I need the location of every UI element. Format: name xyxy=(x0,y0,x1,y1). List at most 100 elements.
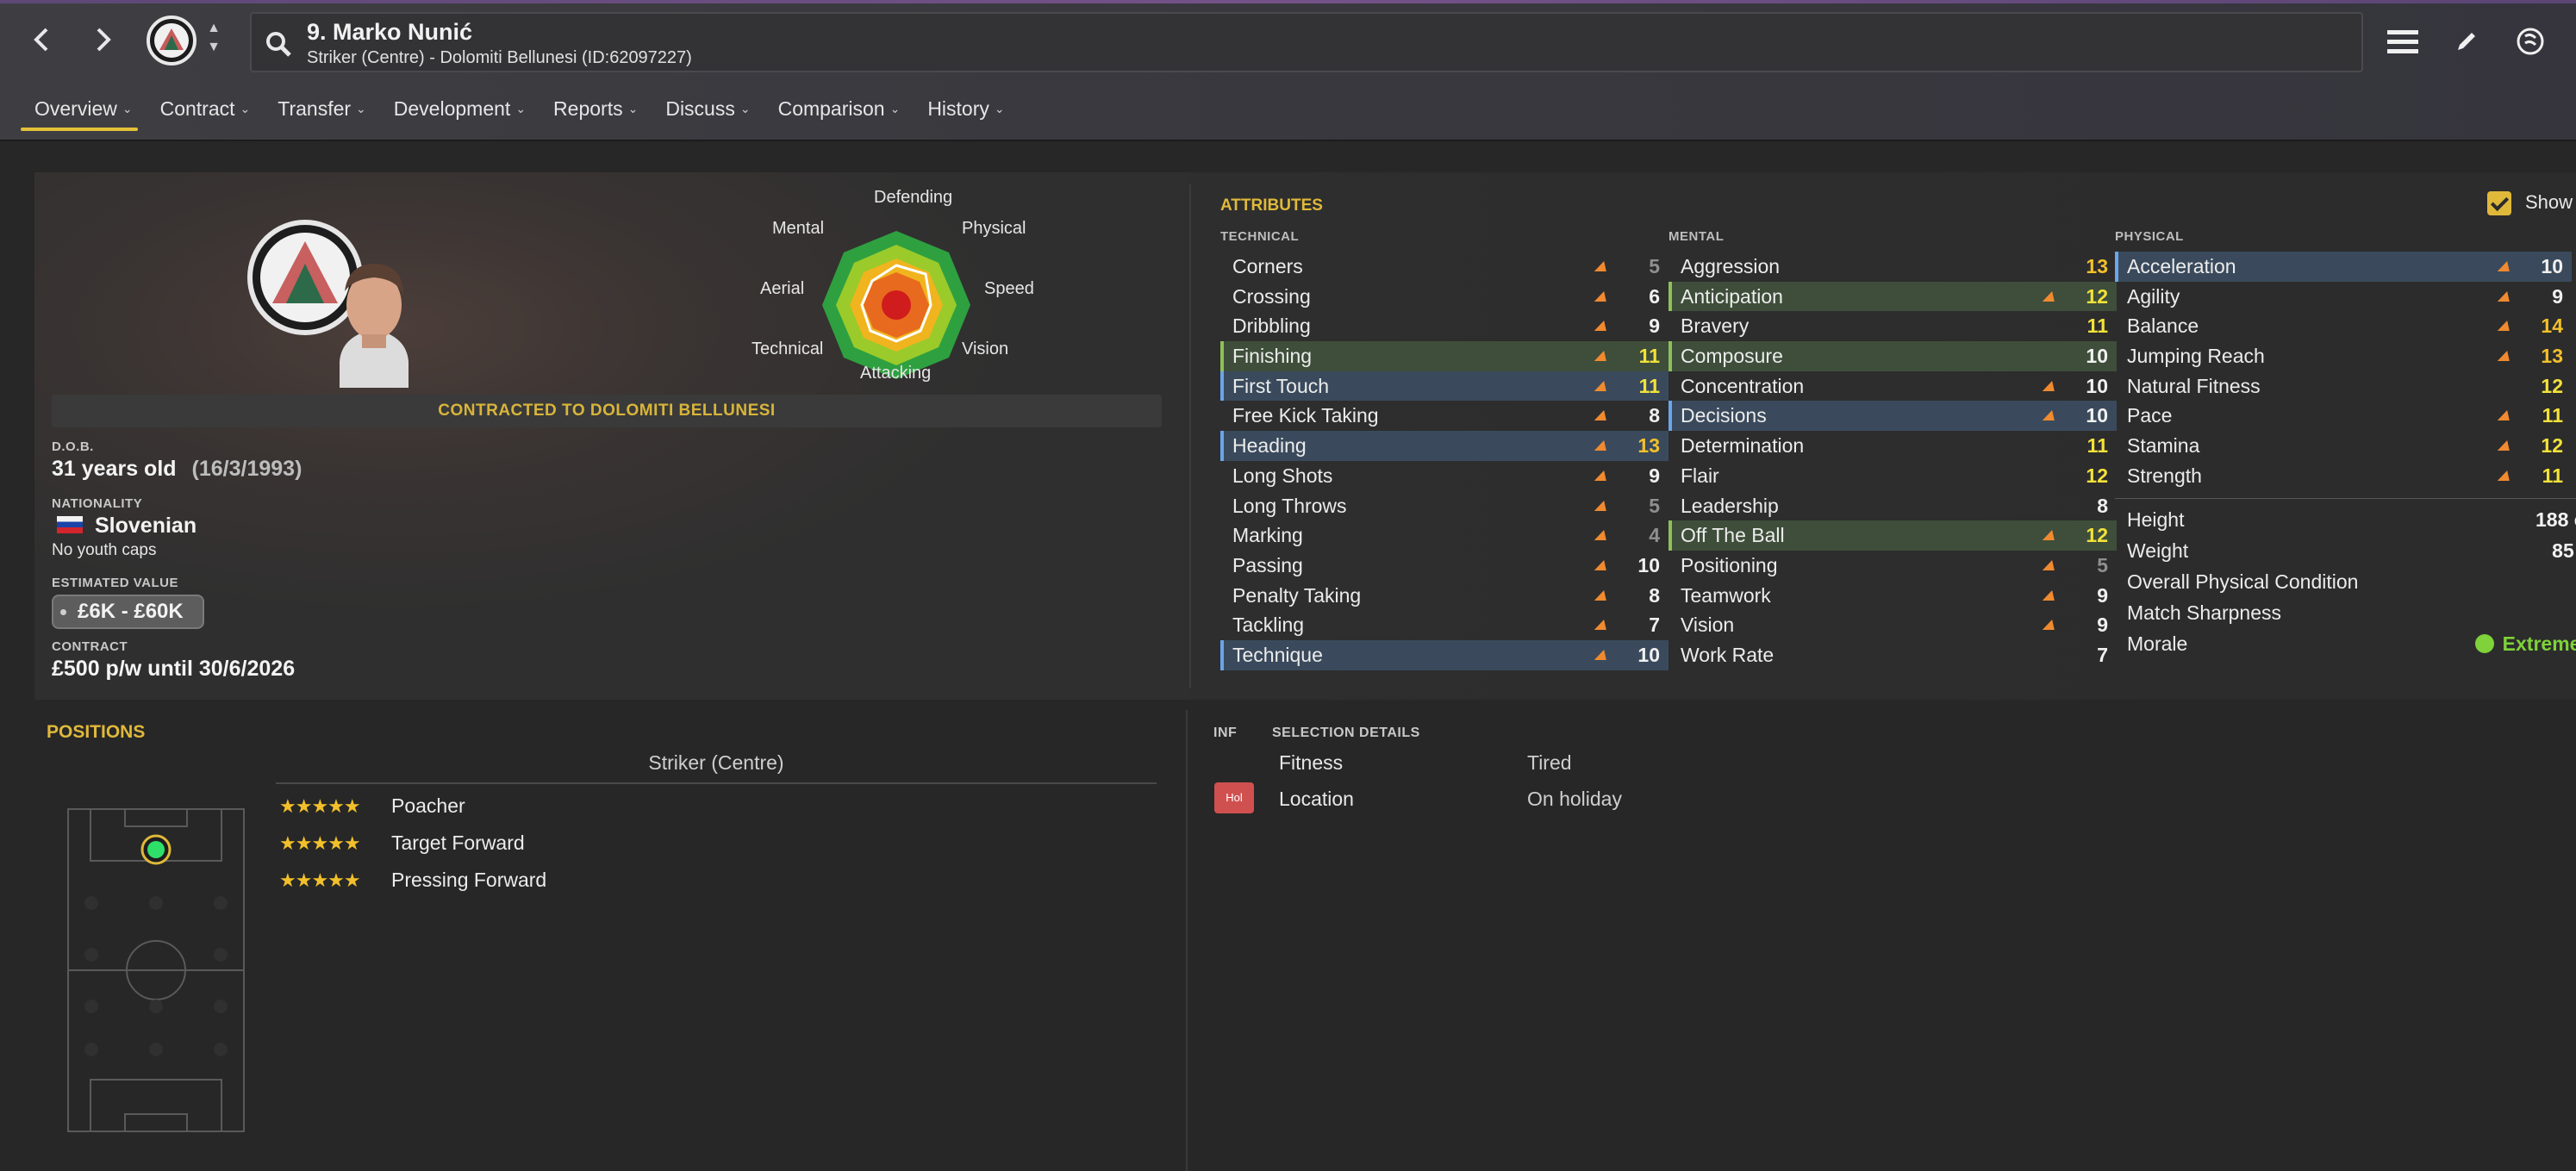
overview-panel: Defending Physical Speed Vision Attackin… xyxy=(34,172,2576,700)
attr-row[interactable]: Passing 10 xyxy=(1220,551,1668,581)
nationality-value[interactable]: Slovenian xyxy=(52,514,196,539)
attr-row[interactable]: Concentration 10 xyxy=(1668,371,2117,402)
attr-row[interactable]: Jumping Reach 13 xyxy=(2115,341,2572,371)
attr-row[interactable]: Determination 11 xyxy=(1668,431,2117,461)
attr-row[interactable]: Agility 9 xyxy=(2115,282,2572,312)
contract-value: £500 p/w until 30/6/2026 xyxy=(52,657,296,681)
role-target-forward[interactable]: ★★★★★ Target Forward xyxy=(279,832,525,855)
tab-reports[interactable]: Reports ⌄ xyxy=(540,91,652,134)
improvement-arrow-icon xyxy=(1594,351,1611,362)
attr-name: Agility xyxy=(2127,284,2180,308)
attr-row[interactable]: Strength 11 xyxy=(2115,461,2572,491)
estimated-value-pill[interactable]: £6K - £60K xyxy=(52,595,204,629)
player-switch-arrows[interactable]: ▲ ▼ xyxy=(205,19,222,57)
attr-row[interactable]: Pace 11 xyxy=(2115,401,2572,431)
attributes-title: ATTRIBUTES xyxy=(1220,196,1323,215)
role-pressing-forward[interactable]: ★★★★★ Pressing Forward xyxy=(279,869,546,892)
attr-row[interactable]: Bravery 11 xyxy=(1668,311,2117,341)
attr-row[interactable]: Natural Fitness 12 xyxy=(2115,371,2572,402)
show-toggle[interactable]: Show xyxy=(2487,191,2573,216)
tab-bar: Overview ⌄ Contract ⌄ Transfer ⌄ Developmen… xyxy=(21,91,1019,134)
chevron-down-icon[interactable]: ▼ xyxy=(205,38,222,57)
attr-row[interactable]: Acceleration 10 xyxy=(2115,252,2572,282)
holiday-badge: Hol xyxy=(1214,782,1254,813)
attr-row[interactable]: Penalty Taking 8 xyxy=(1220,581,1668,611)
player-search-box[interactable]: 9. Marko Nunić Striker (Centre) - Dolomi… xyxy=(250,12,2363,72)
mental-attributes: Aggression 13 Anticipation 12 Bravery 11 Co… xyxy=(1668,252,2117,670)
weight-label: Weight xyxy=(2127,539,2189,562)
chevron-up-icon[interactable]: ▲ xyxy=(205,19,222,38)
tab-transfer[interactable]: Transfer ⌄ xyxy=(264,91,380,134)
chevron-down-icon: ⌄ xyxy=(356,102,366,115)
attr-row[interactable]: Long Throws 5 xyxy=(1220,491,1668,521)
forward-arrow-icon[interactable] xyxy=(83,19,124,60)
attr-row[interactable]: Crossing 6 xyxy=(1220,282,1668,312)
attr-name: Decisions xyxy=(1681,404,1767,427)
back-arrow-icon[interactable] xyxy=(21,19,62,60)
attr-row[interactable]: Anticipation 12 xyxy=(1668,281,2117,312)
tab-discuss[interactable]: Discuss ⌄ xyxy=(652,91,764,134)
attr-value: 5 xyxy=(1649,494,1660,517)
attr-row[interactable]: Positioning 5 xyxy=(1668,551,2117,581)
tab-label: Reports xyxy=(553,97,623,120)
attr-row[interactable]: Composure 10 xyxy=(1668,341,2117,371)
improvement-arrow-icon xyxy=(2497,321,2514,332)
attr-row[interactable]: Teamwork 9 xyxy=(1668,581,2117,611)
edit-icon[interactable] xyxy=(2446,21,2487,62)
tab-comparison[interactable]: Comparison ⌄ xyxy=(764,91,914,134)
attr-row[interactable]: Finishing 11 xyxy=(1220,341,1668,371)
attr-row[interactable]: Work Rate 7 xyxy=(1668,640,2117,670)
attr-name: Marking xyxy=(1232,524,1303,547)
attr-row[interactable]: Heading 13 xyxy=(1220,431,1668,461)
attr-row[interactable]: Off The Ball 12 xyxy=(1668,520,2117,551)
improvement-arrow-icon xyxy=(1594,649,1611,660)
attr-row[interactable]: Free Kick Taking 8 xyxy=(1220,401,1668,431)
attr-name: Leadership xyxy=(1681,494,1779,517)
attr-row[interactable]: Corners 5 xyxy=(1220,252,1668,282)
radar-label-attacking: Attacking xyxy=(860,364,932,383)
attr-row[interactable]: Vision 9 xyxy=(1668,610,2117,640)
role-label: Poacher xyxy=(391,794,465,817)
star-rating-icon: ★★★★★ xyxy=(279,795,361,817)
attr-name: Heading xyxy=(1232,434,1307,458)
menu-icon[interactable] xyxy=(2382,21,2423,62)
technical-header: TECHNICAL xyxy=(1220,229,1300,244)
star-rating-icon: ★★★★★ xyxy=(279,832,361,854)
tab-overview[interactable]: Overview ⌄ xyxy=(21,91,147,134)
attr-value: 7 xyxy=(1649,614,1660,637)
attr-row[interactable]: Stamina 12 xyxy=(2115,431,2572,461)
attr-value: 8 xyxy=(2097,494,2108,517)
tab-development[interactable]: Development ⌄ xyxy=(380,91,540,134)
attr-row[interactable]: Decisions 10 xyxy=(1668,401,2117,432)
brain-icon[interactable] xyxy=(2510,21,2551,62)
physical-separator xyxy=(2115,498,2576,499)
bottom-divider xyxy=(1186,710,1188,1171)
attr-name: Jumping Reach xyxy=(2127,345,2265,368)
role-poacher[interactable]: ★★★★★ Poacher xyxy=(279,794,465,818)
improvement-arrow-icon xyxy=(2042,620,2059,631)
attr-row[interactable]: First Touch 11 xyxy=(1220,371,1668,402)
attr-row[interactable]: Technique 10 xyxy=(1220,639,1668,670)
morale-value[interactable]: Extremel... xyxy=(2474,632,2576,656)
tab-history[interactable]: History ⌄ xyxy=(914,91,1018,134)
attr-row[interactable]: Dribbling 9 xyxy=(1220,311,1668,341)
attr-value: 9 xyxy=(2097,583,2108,607)
search-icon[interactable] xyxy=(264,29,293,63)
club-badge[interactable] xyxy=(147,16,196,65)
checkbox-checked-icon[interactable] xyxy=(2487,191,2511,216)
tab-contract[interactable]: Contract ⌄ xyxy=(147,91,265,134)
attr-row[interactable]: Leadership 8 xyxy=(1668,491,2117,521)
attr-row[interactable]: Long Shots 9 xyxy=(1220,461,1668,491)
positions-title: POSITIONS xyxy=(47,722,146,742)
attr-value: 14 xyxy=(2541,315,2563,338)
attr-row[interactable]: Marking 4 xyxy=(1220,520,1668,551)
attr-row[interactable]: Tackling 7 xyxy=(1220,610,1668,640)
attr-row[interactable]: Flair 12 xyxy=(1668,461,2117,491)
attr-value: 9 xyxy=(1649,464,1660,487)
attr-value: 12 xyxy=(2086,524,2108,547)
nationality-text: Slovenian xyxy=(95,514,197,538)
attr-name: Bravery xyxy=(1681,315,1750,338)
attr-row[interactable]: Aggression 13 xyxy=(1668,252,2117,282)
header: ▲ ▼ 9. Marko Nunić Striker (Centre) - Do… xyxy=(0,0,2576,141)
attr-row[interactable]: Balance 14 xyxy=(2115,311,2572,341)
